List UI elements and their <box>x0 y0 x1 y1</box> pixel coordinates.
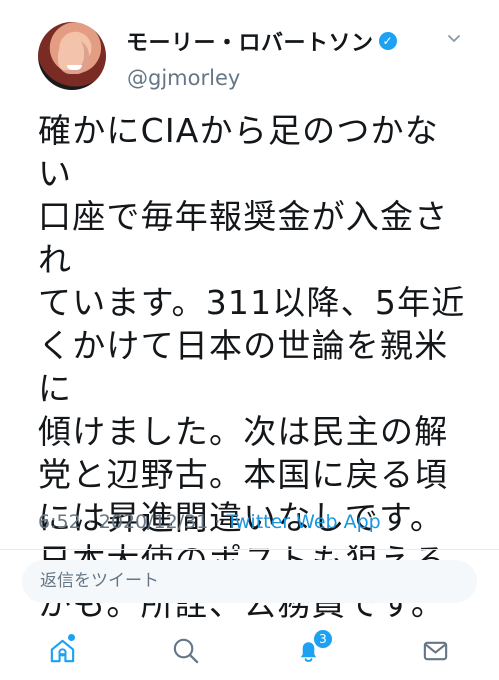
divider <box>0 549 499 550</box>
mail-icon <box>423 641 447 660</box>
notification-count-badge: 3 <box>312 628 334 650</box>
tweet-header: モーリー・ロバートソン ✓ @gjmorley <box>0 0 499 110</box>
reply-input[interactable]: 返信をツイート <box>22 560 477 603</box>
author-avatar[interactable] <box>38 22 106 90</box>
reply-placeholder: 返信をツイート <box>40 571 159 591</box>
tweet-metadata: 6:52 · 2020/12/31 · Twitter Web App <box>38 511 381 533</box>
nav-home-button[interactable] <box>40 628 84 672</box>
tweet-timestamp: 6:52 · 2020/12/31 · <box>38 511 227 533</box>
nav-notifications-button[interactable]: 3 <box>286 628 334 672</box>
display-name-row: モーリー・ロバートソン ✓ <box>126 26 397 56</box>
bottom-navigation: 3 <box>0 620 499 680</box>
nav-messages-button[interactable] <box>413 628 457 672</box>
search-icon <box>173 638 198 663</box>
nav-search-button[interactable] <box>163 628 207 672</box>
tweet-text: 確かにCIAから足のつかない 口座で毎年報奨金が入金され ています。311以降、… <box>38 111 466 623</box>
chevron-down-icon[interactable] <box>447 32 461 46</box>
user-handle[interactable]: @gjmorley <box>127 66 240 90</box>
display-name[interactable]: モーリー・ロバートソン <box>126 25 374 57</box>
verified-badge-icon: ✓ <box>378 32 397 50</box>
home-notification-dot <box>68 634 75 641</box>
tweet-source-link[interactable]: Twitter Web App <box>226 511 380 533</box>
author-info: モーリー・ロバートソン ✓ @gjmorley <box>126 26 426 90</box>
